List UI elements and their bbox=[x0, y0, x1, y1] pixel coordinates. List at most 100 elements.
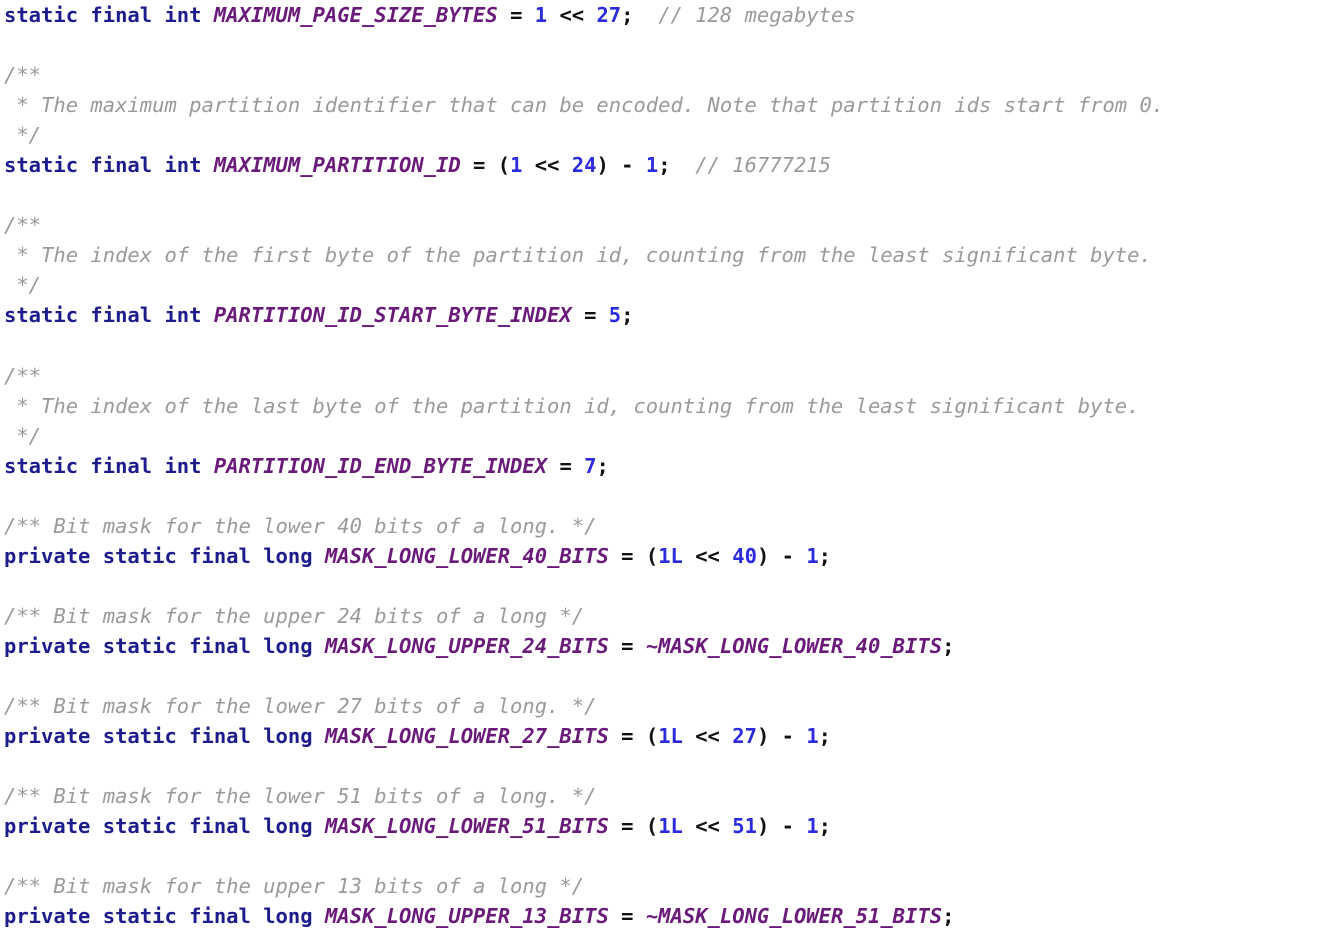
number-literal-token: 27 bbox=[596, 3, 622, 27]
keyword-token: static bbox=[102, 633, 177, 658]
code-line[interactable]: static final int MAXIMUM_PARTITION_ID = … bbox=[4, 150, 1342, 180]
punctuation-token: = bbox=[473, 153, 486, 178]
code-line[interactable]: /** bbox=[4, 361, 1342, 391]
keyword-token: static bbox=[4, 153, 79, 178]
punctuation-token: ; bbox=[818, 543, 831, 568]
identifier-token: MASK_LONG_LOWER_51_BITS bbox=[324, 814, 609, 839]
code-line[interactable]: /** Bit mask for the lower 27 bits of a … bbox=[4, 691, 1342, 721]
punctuation-token: ; bbox=[658, 153, 671, 178]
number-literal-token: 1L bbox=[658, 724, 683, 749]
punctuation-token: - bbox=[781, 543, 794, 568]
comment-token: /** Bit mask for the lower 40 bits of a … bbox=[4, 513, 597, 538]
punctuation-token: << bbox=[695, 543, 720, 568]
code-line[interactable]: */ bbox=[4, 270, 1342, 300]
number-literal-token: 5 bbox=[608, 303, 622, 328]
comment-token: */ bbox=[4, 273, 42, 298]
keyword-token: final bbox=[189, 904, 251, 929]
keyword-token: static bbox=[102, 814, 177, 839]
code-line-blank[interactable] bbox=[4, 571, 1342, 601]
code-line[interactable]: */ bbox=[4, 120, 1342, 150]
code-line-blank[interactable] bbox=[4, 331, 1342, 361]
punctuation-token: - bbox=[781, 814, 794, 839]
punctuation-token: ; bbox=[942, 633, 955, 658]
number-literal-token: 1 bbox=[806, 543, 819, 568]
code-line[interactable]: */ bbox=[4, 421, 1342, 451]
punctuation-token: ) bbox=[756, 543, 770, 568]
keyword-token: private bbox=[4, 904, 91, 929]
punctuation-token: ) bbox=[596, 153, 609, 178]
code-line[interactable]: static final int PARTITION_ID_START_BYTE… bbox=[4, 300, 1342, 330]
keyword-token: int bbox=[164, 453, 202, 478]
code-line[interactable]: * The index of the last byte of the part… bbox=[4, 391, 1342, 421]
keyword-token: private bbox=[4, 814, 91, 839]
code-line-blank[interactable] bbox=[4, 841, 1342, 871]
comment-token: * The index of the first byte of the par… bbox=[4, 243, 1152, 268]
code-line[interactable]: /** bbox=[4, 210, 1342, 240]
code-line[interactable]: /** Bit mask for the upper 13 bits of a … bbox=[4, 871, 1342, 901]
code-editor-viewport[interactable]: static final int MAXIMUM_PAGE_SIZE_BYTES… bbox=[0, 0, 1342, 938]
code-line[interactable]: * The index of the first byte of the par… bbox=[4, 240, 1342, 270]
punctuation-token: ; bbox=[942, 904, 955, 929]
code-line[interactable]: /** Bit mask for the lower 40 bits of a … bbox=[4, 511, 1342, 541]
code-line[interactable]: private static final long MASK_LONG_UPPE… bbox=[4, 631, 1342, 661]
punctuation-token: = bbox=[559, 453, 572, 478]
keyword-token: long bbox=[263, 633, 313, 658]
comment-token: */ bbox=[4, 423, 42, 448]
number-literal-token: 1L bbox=[658, 543, 683, 568]
comment-token: /** bbox=[4, 363, 42, 388]
comment-token: /** bbox=[4, 63, 42, 88]
code-line[interactable]: private static final long MASK_LONG_LOWE… bbox=[4, 541, 1342, 571]
number-literal-token: 1L bbox=[658, 814, 683, 839]
code-line[interactable]: private static final long MASK_LONG_LOWE… bbox=[4, 721, 1342, 751]
punctuation-token: - bbox=[621, 153, 634, 178]
keyword-token: long bbox=[263, 904, 313, 929]
code-line[interactable]: * The maximum partition identifier that … bbox=[4, 90, 1342, 120]
code-line[interactable]: private static final long MASK_LONG_UPPE… bbox=[4, 901, 1342, 931]
code-line[interactable]: static final int MAXIMUM_PAGE_SIZE_BYTES… bbox=[4, 0, 1342, 30]
code-line-blank[interactable] bbox=[4, 661, 1342, 691]
comment-token: /** Bit mask for the lower 27 bits of a … bbox=[4, 694, 597, 719]
code-line-blank[interactable] bbox=[4, 180, 1342, 210]
comment-token: // 128 megabytes bbox=[658, 3, 856, 27]
code-line[interactable]: private static final long MASK_LONG_LOWE… bbox=[4, 811, 1342, 841]
code-line[interactable]: /** Bit mask for the upper 24 bits of a … bbox=[4, 601, 1342, 631]
punctuation-token: ) bbox=[756, 724, 770, 749]
code-line-blank[interactable] bbox=[4, 481, 1342, 511]
keyword-token: final bbox=[90, 3, 153, 27]
code-line[interactable]: /** Bit mask for the lower 51 bits of a … bbox=[4, 781, 1342, 811]
code-line-blank[interactable] bbox=[4, 751, 1342, 781]
punctuation-token: = bbox=[621, 724, 634, 749]
code-line-blank[interactable] bbox=[4, 30, 1342, 60]
code-line[interactable]: static final int PARTITION_ID_END_BYTE_I… bbox=[4, 451, 1342, 481]
comment-token: * The index of the last byte of the part… bbox=[4, 393, 1140, 418]
keyword-token: long bbox=[263, 814, 313, 839]
code-line[interactable]: /** bbox=[4, 60, 1342, 90]
